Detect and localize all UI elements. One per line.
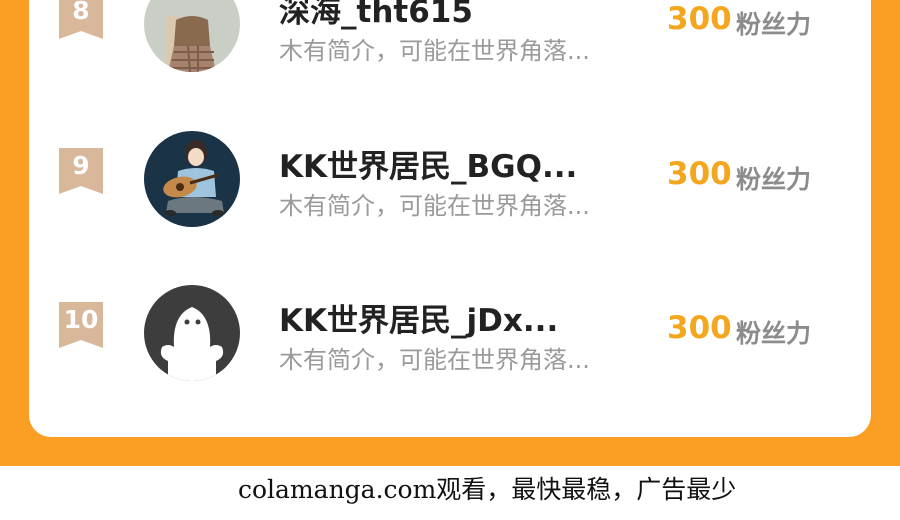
fan-power-unit: 粉丝力	[736, 165, 812, 194]
fan-power-count: 300	[667, 310, 732, 346]
username[interactable]: KK世界居民_jDx...	[279, 295, 649, 340]
rank-badge: 10	[59, 302, 103, 348]
user-avatar[interactable]	[144, 131, 240, 227]
rank-number: 9	[72, 151, 90, 180]
fan-power-unit: 粉丝力	[736, 319, 812, 348]
guitar-boy-illustration-avatar-icon	[144, 131, 240, 227]
user-avatar[interactable]	[144, 0, 240, 72]
username[interactable]: 深海_tht615	[279, 0, 649, 31]
ranking-row[interactable]: 10 KK世界居民_jDx... 木有简介，可能在世界角落... 300 粉丝力	[29, 285, 871, 385]
default-ghost-avatar-icon	[144, 285, 240, 381]
fan-power-count: 300	[667, 1, 732, 37]
site-watermark: colamanga.com观看，最快最稳，广告最少	[238, 475, 737, 504]
fan-ranking-card: 8 深海_tht615 木有简介，可能在世界角落... 300 粉丝力 9 KK…	[29, 0, 871, 437]
girl-illustration-avatar-icon	[144, 0, 240, 72]
user-bio: 木有简介，可能在世界角落...	[279, 346, 590, 374]
user-bio: 木有简介，可能在世界角落...	[279, 192, 590, 220]
ranking-row[interactable]: 9 KK世界居民_BGQ... 木有简介，可能在世界角落... 300 粉丝力	[29, 131, 871, 231]
username[interactable]: KK世界居民_BGQ...	[279, 141, 649, 186]
user-bio: 木有简介，可能在世界角落...	[279, 37, 590, 65]
ranking-row[interactable]: 8 深海_tht615 木有简介，可能在世界角落... 300 粉丝力	[29, 0, 871, 76]
rank-badge: 8	[59, 0, 103, 39]
fan-power-unit: 粉丝力	[736, 10, 812, 39]
rank-number: 8	[72, 0, 90, 25]
user-avatar[interactable]	[144, 285, 240, 381]
fan-power-count: 300	[667, 156, 732, 192]
rank-number: 10	[63, 305, 99, 334]
rank-badge: 9	[59, 148, 103, 194]
